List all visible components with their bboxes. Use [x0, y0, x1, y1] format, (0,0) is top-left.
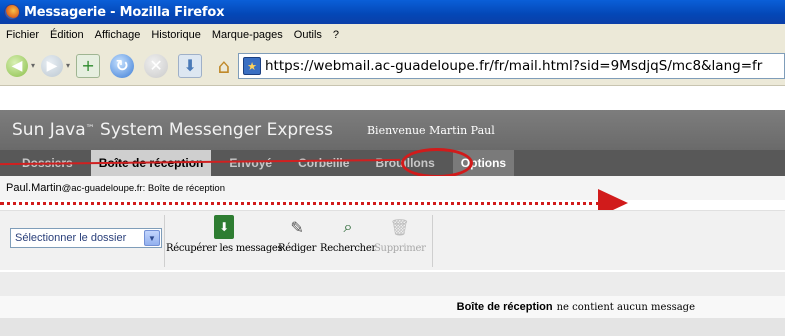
firefox-icon: [4, 4, 20, 20]
forward-button[interactable]: ▶ ▾: [41, 54, 70, 77]
search-label: Rechercher: [320, 243, 376, 254]
compose-label: Rédiger: [278, 243, 317, 254]
compose-icon: ✎: [290, 217, 304, 237]
address-bar[interactable]: ★ https://webmail.ac-guadeloupe.fr/fr/ma…: [238, 53, 785, 79]
site-icon: ★: [243, 57, 261, 75]
forward-icon: ▶: [41, 54, 64, 77]
delete-label: Supprimer: [374, 243, 426, 254]
reload-icon[interactable]: ↻: [110, 53, 135, 78]
welcome-text: Bienvenue Martin Paul: [366, 123, 495, 137]
breadcrumb-user: Paul.Martin: [6, 182, 62, 194]
chevron-down-icon[interactable]: ▼: [144, 230, 160, 246]
annotation-dotted-line: [0, 202, 600, 205]
annotation-options-circle: [401, 148, 473, 178]
status-folder-name: Boîte de réception: [456, 301, 553, 313]
menu-outils[interactable]: Outils: [294, 29, 322, 41]
search-icon: ⌕: [343, 217, 353, 236]
bookmark-icon[interactable]: ⬇: [178, 53, 203, 78]
toolbar-separator: [164, 215, 165, 267]
app-header: Sun Java™ System Messenger Express Bienv…: [0, 110, 785, 150]
message-list-footer: [0, 318, 785, 336]
get-messages-icon: ⬇: [214, 215, 235, 239]
forward-dropdown-icon[interactable]: ▾: [66, 61, 70, 70]
menu-historique[interactable]: Historique: [151, 29, 201, 41]
menu-affichage[interactable]: Affichage: [95, 29, 141, 41]
mail-toolbar: Sélectionner le dossier ▼ ⬇ Récupérer le…: [0, 210, 785, 270]
empty-folder-status: Boîte de réception ne contient aucun mes…: [0, 296, 785, 318]
app-name: Sun Java™ System Messenger Express: [12, 120, 333, 140]
window-titlebar: Messagerie - Mozilla Firefox: [0, 0, 785, 24]
back-dropdown-icon[interactable]: ▾: [31, 61, 35, 70]
menu-bar: Fichier Édition Affichage Historique Mar…: [0, 24, 785, 46]
breadcrumb: Paul.Martin @ac-guadeloupe.fr: Boîte de r…: [0, 176, 785, 200]
get-messages-label: Récupérer les messages: [166, 243, 283, 254]
message-list-header: [0, 272, 785, 296]
menu-edition[interactable]: Édition: [50, 29, 84, 41]
url-text[interactable]: https://webmail.ac-guadeloupe.fr/fr/mail…: [265, 58, 762, 74]
back-icon: ◀: [6, 54, 28, 77]
tab-sent[interactable]: Envoyé: [221, 150, 280, 176]
compose-button[interactable]: ✎ Rédiger: [278, 215, 317, 255]
delete-button[interactable]: 🗑 Supprimer: [374, 215, 426, 255]
tab-trash[interactable]: Corbeille: [290, 150, 357, 176]
stop-icon[interactable]: ✕: [144, 53, 169, 78]
toolbar-separator: [432, 215, 433, 267]
folder-select[interactable]: Sélectionner le dossier ▼: [10, 228, 162, 248]
status-message: ne contient aucun message: [556, 301, 695, 313]
navigation-toolbar: ◀ ▾ ▶ ▾ + ↻ ✕ ⬇ ⌂ ★ https://webmail.ac-g…: [0, 46, 785, 86]
menu-fichier[interactable]: Fichier: [6, 29, 39, 41]
back-button[interactable]: ◀ ▾: [6, 54, 35, 77]
folder-select-label: Sélectionner le dossier: [15, 232, 127, 244]
menu-help[interactable]: ?: [333, 29, 339, 41]
trash-icon: 🗑: [389, 217, 410, 237]
breadcrumb-folder: @ac-guadeloupe.fr: Boîte de réception: [61, 182, 225, 194]
menu-marque-pages[interactable]: Marque-pages: [212, 29, 283, 41]
search-button[interactable]: ⌕ Rechercher: [320, 215, 376, 254]
home-icon[interactable]: ⌂: [212, 54, 236, 78]
window-title: Messagerie - Mozilla Firefox: [24, 4, 225, 20]
new-tab-icon[interactable]: +: [76, 53, 101, 78]
get-messages-button[interactable]: ⬇ Récupérer les messages: [166, 215, 283, 254]
